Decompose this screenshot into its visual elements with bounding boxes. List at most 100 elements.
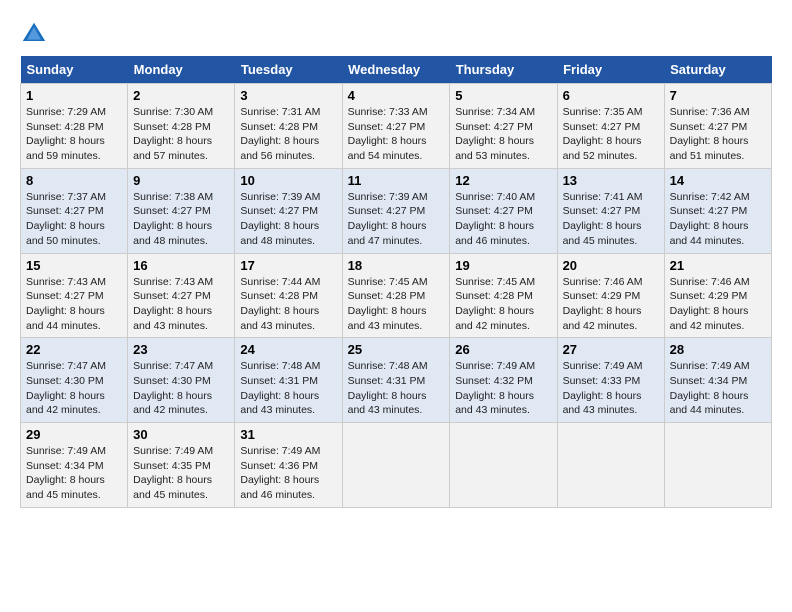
day-info: Sunrise: 7:39 AM Sunset: 4:27 PM Dayligh… xyxy=(348,190,445,249)
day-number: 15 xyxy=(26,258,122,273)
calendar-cell: 27 Sunrise: 7:49 AM Sunset: 4:33 PM Dayl… xyxy=(557,338,664,423)
calendar-cell: 24 Sunrise: 7:48 AM Sunset: 4:31 PM Dayl… xyxy=(235,338,342,423)
day-info: Sunrise: 7:35 AM Sunset: 4:27 PM Dayligh… xyxy=(563,105,659,164)
day-info: Sunrise: 7:46 AM Sunset: 4:29 PM Dayligh… xyxy=(670,275,766,334)
calendar-week-row: 8 Sunrise: 7:37 AM Sunset: 4:27 PM Dayli… xyxy=(21,168,772,253)
day-number: 6 xyxy=(563,88,659,103)
day-number: 30 xyxy=(133,427,229,442)
calendar-cell: 2 Sunrise: 7:30 AM Sunset: 4:28 PM Dayli… xyxy=(128,84,235,169)
day-info: Sunrise: 7:41 AM Sunset: 4:27 PM Dayligh… xyxy=(563,190,659,249)
logo xyxy=(20,20,52,48)
weekday-header-sunday: Sunday xyxy=(21,56,128,84)
day-number: 7 xyxy=(670,88,766,103)
day-info: Sunrise: 7:40 AM Sunset: 4:27 PM Dayligh… xyxy=(455,190,551,249)
day-number: 18 xyxy=(348,258,445,273)
day-info: Sunrise: 7:48 AM Sunset: 4:31 PM Dayligh… xyxy=(348,359,445,418)
day-number: 2 xyxy=(133,88,229,103)
day-info: Sunrise: 7:49 AM Sunset: 4:34 PM Dayligh… xyxy=(26,444,122,503)
calendar-cell: 5 Sunrise: 7:34 AM Sunset: 4:27 PM Dayli… xyxy=(450,84,557,169)
day-info: Sunrise: 7:49 AM Sunset: 4:34 PM Dayligh… xyxy=(670,359,766,418)
calendar-cell xyxy=(450,423,557,508)
calendar-cell: 9 Sunrise: 7:38 AM Sunset: 4:27 PM Dayli… xyxy=(128,168,235,253)
day-number: 10 xyxy=(240,173,336,188)
calendar-cell: 6 Sunrise: 7:35 AM Sunset: 4:27 PM Dayli… xyxy=(557,84,664,169)
logo-icon xyxy=(20,20,48,48)
calendar-cell: 28 Sunrise: 7:49 AM Sunset: 4:34 PM Dayl… xyxy=(664,338,771,423)
day-info: Sunrise: 7:34 AM Sunset: 4:27 PM Dayligh… xyxy=(455,105,551,164)
day-info: Sunrise: 7:42 AM Sunset: 4:27 PM Dayligh… xyxy=(670,190,766,249)
day-number: 22 xyxy=(26,342,122,357)
day-info: Sunrise: 7:48 AM Sunset: 4:31 PM Dayligh… xyxy=(240,359,336,418)
calendar-cell: 23 Sunrise: 7:47 AM Sunset: 4:30 PM Dayl… xyxy=(128,338,235,423)
day-info: Sunrise: 7:36 AM Sunset: 4:27 PM Dayligh… xyxy=(670,105,766,164)
day-info: Sunrise: 7:49 AM Sunset: 4:32 PM Dayligh… xyxy=(455,359,551,418)
day-info: Sunrise: 7:31 AM Sunset: 4:28 PM Dayligh… xyxy=(240,105,336,164)
calendar-cell: 3 Sunrise: 7:31 AM Sunset: 4:28 PM Dayli… xyxy=(235,84,342,169)
calendar-cell: 30 Sunrise: 7:49 AM Sunset: 4:35 PM Dayl… xyxy=(128,423,235,508)
weekday-header-monday: Monday xyxy=(128,56,235,84)
day-number: 27 xyxy=(563,342,659,357)
day-number: 21 xyxy=(670,258,766,273)
calendar-cell: 25 Sunrise: 7:48 AM Sunset: 4:31 PM Dayl… xyxy=(342,338,450,423)
day-info: Sunrise: 7:49 AM Sunset: 4:35 PM Dayligh… xyxy=(133,444,229,503)
day-info: Sunrise: 7:30 AM Sunset: 4:28 PM Dayligh… xyxy=(133,105,229,164)
day-info: Sunrise: 7:45 AM Sunset: 4:28 PM Dayligh… xyxy=(455,275,551,334)
calendar-cell: 1 Sunrise: 7:29 AM Sunset: 4:28 PM Dayli… xyxy=(21,84,128,169)
day-number: 13 xyxy=(563,173,659,188)
day-info: Sunrise: 7:49 AM Sunset: 4:33 PM Dayligh… xyxy=(563,359,659,418)
day-number: 24 xyxy=(240,342,336,357)
day-number: 14 xyxy=(670,173,766,188)
calendar-cell: 4 Sunrise: 7:33 AM Sunset: 4:27 PM Dayli… xyxy=(342,84,450,169)
calendar-cell: 21 Sunrise: 7:46 AM Sunset: 4:29 PM Dayl… xyxy=(664,253,771,338)
calendar-cell: 13 Sunrise: 7:41 AM Sunset: 4:27 PM Dayl… xyxy=(557,168,664,253)
calendar-table: SundayMondayTuesdayWednesdayThursdayFrid… xyxy=(20,56,772,508)
calendar-cell: 22 Sunrise: 7:47 AM Sunset: 4:30 PM Dayl… xyxy=(21,338,128,423)
calendar-week-row: 15 Sunrise: 7:43 AM Sunset: 4:27 PM Dayl… xyxy=(21,253,772,338)
day-number: 11 xyxy=(348,173,445,188)
calendar-cell: 20 Sunrise: 7:46 AM Sunset: 4:29 PM Dayl… xyxy=(557,253,664,338)
calendar-week-row: 22 Sunrise: 7:47 AM Sunset: 4:30 PM Dayl… xyxy=(21,338,772,423)
day-number: 16 xyxy=(133,258,229,273)
day-number: 3 xyxy=(240,88,336,103)
day-info: Sunrise: 7:38 AM Sunset: 4:27 PM Dayligh… xyxy=(133,190,229,249)
day-number: 12 xyxy=(455,173,551,188)
day-number: 26 xyxy=(455,342,551,357)
day-number: 20 xyxy=(563,258,659,273)
day-info: Sunrise: 7:37 AM Sunset: 4:27 PM Dayligh… xyxy=(26,190,122,249)
day-info: Sunrise: 7:45 AM Sunset: 4:28 PM Dayligh… xyxy=(348,275,445,334)
day-number: 8 xyxy=(26,173,122,188)
calendar-cell: 18 Sunrise: 7:45 AM Sunset: 4:28 PM Dayl… xyxy=(342,253,450,338)
day-number: 5 xyxy=(455,88,551,103)
day-number: 17 xyxy=(240,258,336,273)
weekday-header-wednesday: Wednesday xyxy=(342,56,450,84)
day-info: Sunrise: 7:39 AM Sunset: 4:27 PM Dayligh… xyxy=(240,190,336,249)
calendar-cell: 17 Sunrise: 7:44 AM Sunset: 4:28 PM Dayl… xyxy=(235,253,342,338)
calendar-cell: 14 Sunrise: 7:42 AM Sunset: 4:27 PM Dayl… xyxy=(664,168,771,253)
day-info: Sunrise: 7:47 AM Sunset: 4:30 PM Dayligh… xyxy=(26,359,122,418)
day-info: Sunrise: 7:43 AM Sunset: 4:27 PM Dayligh… xyxy=(26,275,122,334)
calendar-cell: 8 Sunrise: 7:37 AM Sunset: 4:27 PM Dayli… xyxy=(21,168,128,253)
calendar-cell: 15 Sunrise: 7:43 AM Sunset: 4:27 PM Dayl… xyxy=(21,253,128,338)
calendar-cell xyxy=(664,423,771,508)
calendar-cell: 26 Sunrise: 7:49 AM Sunset: 4:32 PM Dayl… xyxy=(450,338,557,423)
day-info: Sunrise: 7:29 AM Sunset: 4:28 PM Dayligh… xyxy=(26,105,122,164)
day-number: 28 xyxy=(670,342,766,357)
day-number: 9 xyxy=(133,173,229,188)
weekday-header-tuesday: Tuesday xyxy=(235,56,342,84)
day-number: 29 xyxy=(26,427,122,442)
calendar-cell xyxy=(557,423,664,508)
calendar-cell: 10 Sunrise: 7:39 AM Sunset: 4:27 PM Dayl… xyxy=(235,168,342,253)
calendar-cell: 19 Sunrise: 7:45 AM Sunset: 4:28 PM Dayl… xyxy=(450,253,557,338)
calendar-cell: 12 Sunrise: 7:40 AM Sunset: 4:27 PM Dayl… xyxy=(450,168,557,253)
day-number: 31 xyxy=(240,427,336,442)
weekday-header-thursday: Thursday xyxy=(450,56,557,84)
day-number: 19 xyxy=(455,258,551,273)
day-info: Sunrise: 7:49 AM Sunset: 4:36 PM Dayligh… xyxy=(240,444,336,503)
calendar-cell: 29 Sunrise: 7:49 AM Sunset: 4:34 PM Dayl… xyxy=(21,423,128,508)
calendar-week-row: 29 Sunrise: 7:49 AM Sunset: 4:34 PM Dayl… xyxy=(21,423,772,508)
day-number: 1 xyxy=(26,88,122,103)
calendar-cell xyxy=(342,423,450,508)
day-info: Sunrise: 7:46 AM Sunset: 4:29 PM Dayligh… xyxy=(563,275,659,334)
calendar-cell: 31 Sunrise: 7:49 AM Sunset: 4:36 PM Dayl… xyxy=(235,423,342,508)
day-number: 25 xyxy=(348,342,445,357)
